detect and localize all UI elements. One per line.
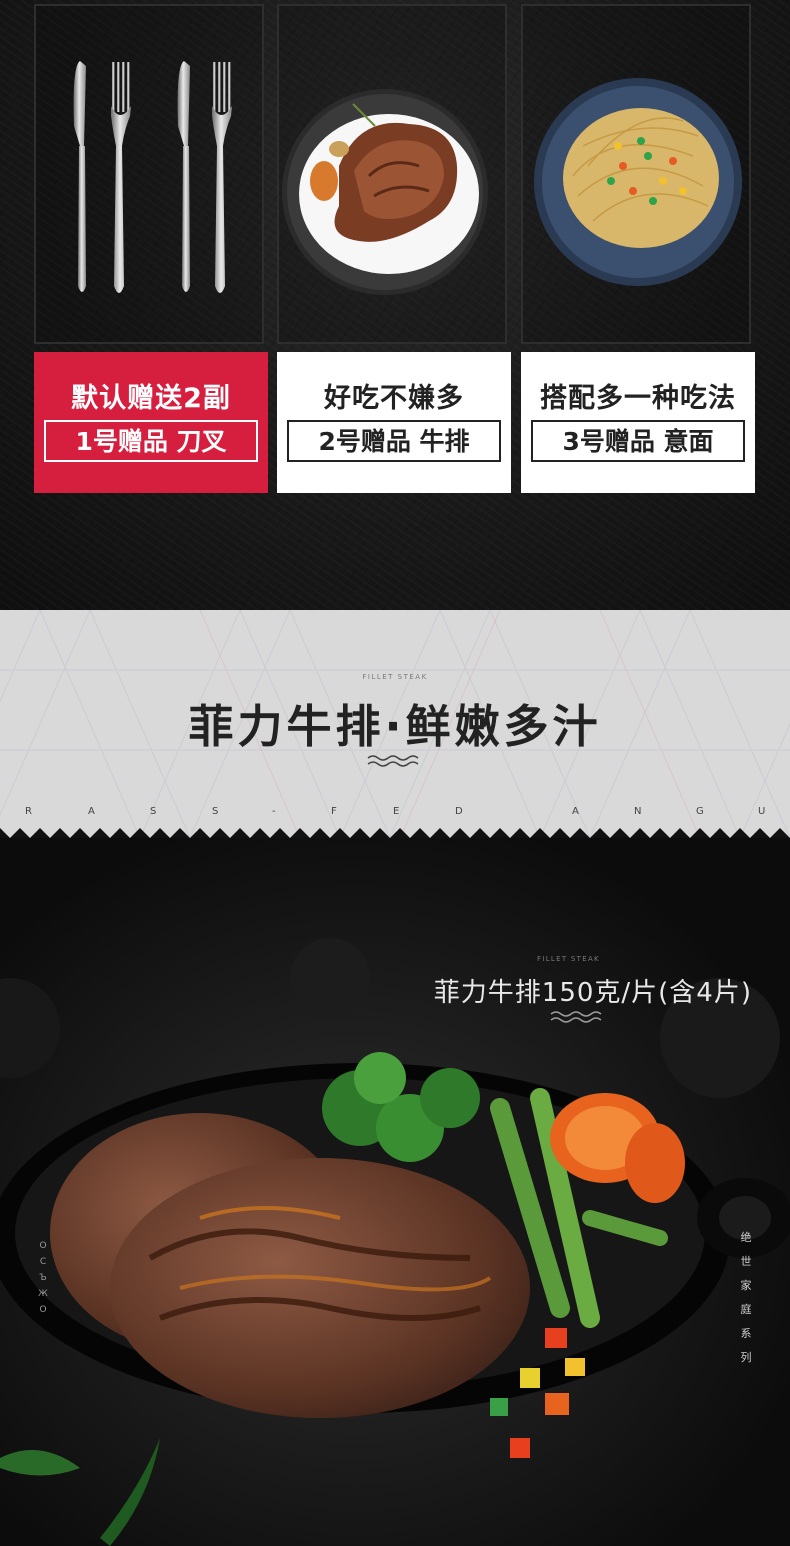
wave-decoration-icon xyxy=(367,755,419,767)
gift-tag: 3号赠品 意面 xyxy=(531,420,745,462)
vertical-series-text: 绝 世 家 庭 系 列 xyxy=(738,1226,754,1370)
letter: S xyxy=(150,806,157,817)
gift-slogan: 好吃不嫌多 xyxy=(324,383,464,414)
letter: N xyxy=(634,806,642,817)
product-description: 菲力牛排150克/片(含4片) xyxy=(433,978,752,1008)
vertical-char: 绝 xyxy=(740,1231,752,1244)
banner-eng-label: FILLET STEAK xyxy=(362,673,428,681)
gift-slogan: 搭配多一种吃法 xyxy=(540,383,736,414)
knife-fork-icon xyxy=(73,61,232,293)
decorative-mark: Ъ xyxy=(39,1273,47,1283)
vertical-char: 世 xyxy=(740,1255,752,1268)
spaghetti-photo xyxy=(521,4,751,344)
spaghetti-plate-icon xyxy=(534,78,742,286)
letter-row: R A S S - F E D A N G U xyxy=(0,806,790,822)
decorative-mark: Ж xyxy=(38,1289,48,1299)
page: 默认赠送2副 1号赠品 刀叉 好吃不嫌多 2号赠品 牛排 搭配多一种吃法 3号赠… xyxy=(0,0,790,1546)
gift-tag: 2号赠品 牛排 xyxy=(287,420,501,462)
wave-decoration-icon xyxy=(550,1011,602,1023)
steak-skillet-photo xyxy=(0,838,790,1546)
decorative-mark: Ο xyxy=(39,1241,47,1251)
gift-section: 默认赠送2副 1号赠品 刀叉 好吃不嫌多 2号赠品 牛排 搭配多一种吃法 3号赠… xyxy=(0,0,790,610)
knife-fork-photo xyxy=(34,4,264,344)
letter: E xyxy=(393,806,400,817)
letter: R xyxy=(25,806,32,817)
letter: A xyxy=(572,806,579,817)
letter: F xyxy=(331,806,337,817)
vertical-char: 庭 xyxy=(740,1303,752,1316)
letter: A xyxy=(88,806,95,817)
vertical-char: 家 xyxy=(740,1279,752,1292)
letter: - xyxy=(272,806,276,817)
product-eng-label: FILLET STEAK xyxy=(537,955,600,963)
gift-card-3: 搭配多一种吃法 3号赠品 意面 xyxy=(521,352,755,493)
gift-tag: 1号赠品 刀叉 xyxy=(44,420,258,462)
vertical-char: 系 xyxy=(740,1327,752,1340)
steak-scene xyxy=(0,838,790,1546)
gift-card-2: 好吃不嫌多 2号赠品 牛排 xyxy=(277,352,511,493)
letter: G xyxy=(696,806,704,817)
letter: D xyxy=(455,806,463,817)
gift-slogan: 默认赠送2副 xyxy=(71,383,231,414)
vertical-char: 列 xyxy=(740,1351,752,1364)
steak-plate-icon xyxy=(282,89,488,295)
steak-photo xyxy=(277,4,507,344)
banner-title: 菲力牛排·鲜嫩多汁 xyxy=(188,700,602,753)
letter: U xyxy=(758,806,766,817)
vertical-decorative-marks: Ο C Ъ Ж Ο xyxy=(36,1238,50,1318)
decorative-mark: Ο xyxy=(39,1305,47,1315)
letter: S xyxy=(212,806,219,817)
decorative-mark: C xyxy=(39,1257,47,1267)
gift-card-1: 默认赠送2副 1号赠品 刀叉 xyxy=(34,352,268,493)
